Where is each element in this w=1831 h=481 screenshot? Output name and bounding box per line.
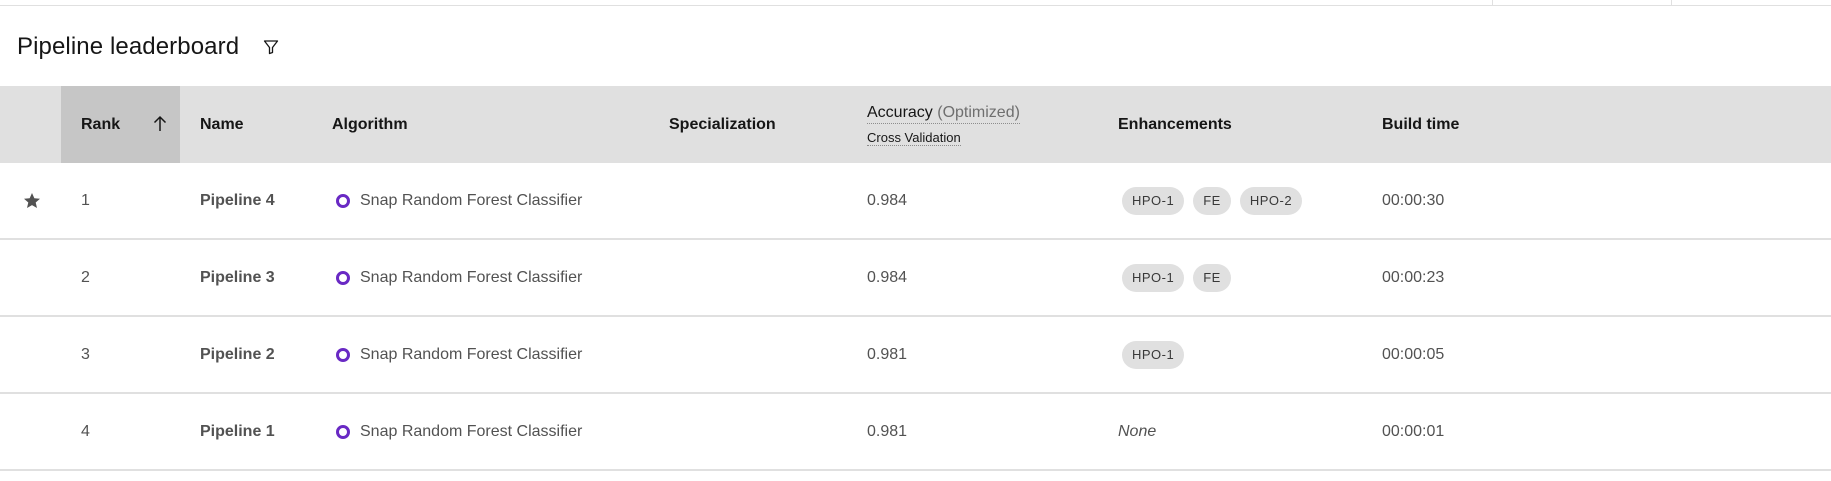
enhancement-tag: HPO-1	[1122, 340, 1185, 369]
enhancements-cell: HPO-1	[1122, 317, 1193, 392]
pipeline-name[interactable]: Pipeline 3	[200, 240, 275, 315]
accuracy-sub-label[interactable]: Cross Validation	[867, 130, 961, 146]
table-row[interactable]: 4 Pipeline 1 Snap Random Forest Classifi…	[0, 394, 1831, 471]
column-label-rank: Rank	[81, 115, 121, 133]
build-time-cell: 00:00:30	[1382, 191, 1445, 209]
accuracy-cell: 0.981	[867, 422, 908, 440]
table-row[interactable]: 1 Pipeline 4 Snap Random Forest Classifi…	[0, 163, 1831, 240]
column-header-accuracy[interactable]: Accuracy (Optimized) Cross Validation	[867, 86, 1020, 163]
algorithm-label: Snap Random Forest Classifier	[360, 268, 583, 286]
table-header-row: Rank Name Algorithm Specialization Accur…	[0, 86, 1831, 163]
pipeline-name[interactable]: Pipeline 2	[200, 317, 275, 392]
filter-icon[interactable]	[261, 37, 281, 57]
leaderboard-table: Rank Name Algorithm Specialization Accur…	[0, 86, 1831, 471]
enhancement-tag: HPO-2	[1239, 186, 1303, 215]
table-row[interactable]: 3 Pipeline 2 Snap Random Forest Classifi…	[0, 317, 1831, 394]
column-header-algorithm[interactable]: Algorithm	[332, 86, 408, 163]
accuracy-cell: 0.984	[867, 191, 908, 209]
top-tab-segment	[1492, 0, 1672, 6]
algorithm-cell: Snap Random Forest Classifier	[336, 317, 582, 392]
ring-icon	[336, 270, 350, 285]
algorithm-label: Snap Random Forest Classifier	[360, 191, 583, 209]
accuracy-cell: 0.981	[867, 345, 908, 363]
arrow-up-icon[interactable]	[150, 114, 170, 134]
accuracy-cell: 0.984	[867, 268, 908, 286]
accuracy-metric-label[interactable]: Accuracy (Optimized)	[867, 104, 1020, 124]
column-header-build-time[interactable]: Build time	[1382, 86, 1459, 163]
enhancements-cell: HPO-1 FE	[1122, 240, 1240, 315]
accuracy-label: Accuracy	[867, 103, 933, 121]
pipeline-name[interactable]: Pipeline 1	[200, 394, 275, 469]
accuracy-optimized-label: (Optimized)	[937, 103, 1020, 121]
pipeline-name[interactable]: Pipeline 4	[200, 163, 275, 238]
enhancement-tag: FE	[1193, 186, 1231, 215]
enhancement-tag: FE	[1193, 263, 1231, 292]
rank-cell: 2	[81, 268, 90, 286]
rank-cell: 4	[81, 422, 90, 440]
enhancements-cell: HPO-1 FE HPO-2	[1122, 163, 1311, 238]
ring-icon	[336, 193, 350, 208]
column-header-rank[interactable]: Rank	[61, 86, 180, 163]
rank-cell: 1	[81, 191, 90, 209]
enhancement-tag: HPO-1	[1122, 186, 1185, 215]
algorithm-cell: Snap Random Forest Classifier	[336, 163, 582, 238]
column-header-name[interactable]: Name	[200, 86, 244, 163]
ring-icon	[336, 424, 350, 439]
ring-icon	[336, 347, 350, 362]
build-time-cell: 00:00:01	[1382, 422, 1445, 440]
leaderboard-header: Pipeline leaderboard	[17, 30, 281, 64]
rank-cell: 3	[81, 345, 90, 363]
column-header-enhancements[interactable]: Enhancements	[1118, 86, 1232, 163]
enhancements-empty: None	[1118, 422, 1157, 440]
algorithm-label: Snap Random Forest Classifier	[360, 345, 583, 363]
enhancement-tag: HPO-1	[1122, 263, 1185, 292]
algorithm-cell: Snap Random Forest Classifier	[336, 240, 582, 315]
column-header-specialization[interactable]: Specialization	[669, 86, 776, 163]
top-tab-segment	[1672, 0, 1831, 6]
page-title: Pipeline leaderboard	[17, 33, 240, 60]
algorithm-cell: Snap Random Forest Classifier	[336, 394, 582, 469]
build-time-cell: 00:00:05	[1382, 345, 1445, 363]
table-row[interactable]: 2 Pipeline 3 Snap Random Forest Classifi…	[0, 240, 1831, 317]
build-time-cell: 00:00:23	[1382, 268, 1445, 286]
star-icon	[22, 163, 42, 238]
algorithm-label: Snap Random Forest Classifier	[360, 422, 583, 440]
top-bar	[0, 0, 1831, 6]
